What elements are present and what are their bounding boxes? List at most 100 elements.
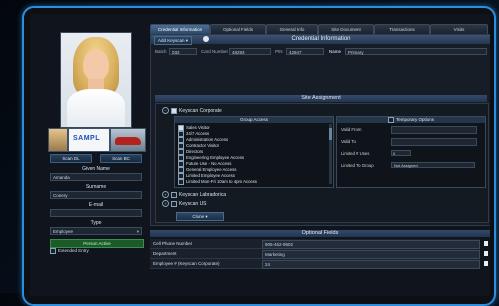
group-label: Engineering Employee Access: [186, 155, 245, 161]
valid-from-label: Valid From: [341, 127, 362, 132]
tab-optional-fields[interactable]: Optional Fields: [210, 24, 266, 34]
group-label: Contractor Visitor: [186, 143, 220, 149]
email-field[interactable]: [50, 209, 142, 217]
credential-panel: Credential Information Add Keyscan ▾ Bat…: [150, 34, 490, 226]
group-label: General Employee Access: [186, 167, 237, 173]
pin-field[interactable]: 42847: [286, 48, 324, 55]
optional-value[interactable]: Marketing: [262, 250, 480, 259]
company-label: Keyscan Labradorica: [179, 191, 226, 198]
credential-header: Credential Information: [151, 35, 490, 44]
surname-field[interactable]: Conery: [50, 191, 142, 199]
optional-fields-header: Optional Fields: [150, 230, 490, 237]
scan-dl-button[interactable]: Scan DL: [50, 154, 92, 163]
car-icon: [115, 137, 141, 145]
group-label: 24/7 Access: [186, 131, 210, 137]
company-label: Keyscan Corporate: [179, 107, 222, 114]
thumbnail-photo[interactable]: [48, 128, 68, 152]
extended-entry[interactable]: Extended Entry: [50, 248, 89, 254]
temporary-options-checkbox[interactable]: [387, 117, 394, 123]
valid-to-label: Valid To: [341, 139, 356, 144]
scroll-thumb[interactable]: [329, 128, 332, 140]
temporary-options: Temporary Options Valid From Valid To Li…: [336, 116, 486, 188]
limited-uses-label: Limited # Uses: [341, 151, 370, 156]
batch-label: Batch: [155, 49, 167, 54]
pin-label: PIN: [275, 49, 283, 54]
thumbnail-car[interactable]: [110, 128, 146, 152]
group-checkbox[interactable]: [178, 179, 184, 185]
company-keyscan-labradorica[interactable]: + Keyscan Labradorica: [162, 191, 226, 198]
optional-row: Employee # (Keyscan Corporate) 24: [150, 259, 488, 269]
clone-label: Clone: [192, 214, 205, 219]
credential-title: Credential Information: [291, 36, 351, 42]
surname-label: Surname: [85, 184, 107, 190]
optional-value[interactable]: 24: [262, 260, 480, 269]
group-item[interactable]: Limited Mon-Fri 10am to 4pm Access: [178, 179, 257, 185]
expand-icon[interactable]: +: [162, 191, 169, 198]
limited-group-select[interactable]: Not Assigned: [391, 162, 475, 168]
expand-icon[interactable]: +: [162, 200, 169, 207]
optional-value[interactable]: 905-462-9502: [262, 240, 480, 249]
group-label: Future Use - No Access: [186, 161, 232, 167]
row-marker-icon: [484, 251, 488, 256]
app-screen: SAMPL Scan DL Scan BC Given Name Amanda …: [30, 14, 490, 296]
row-marker-icon: [484, 241, 488, 246]
group-access-header: Group Access: [175, 117, 333, 123]
optional-key: Department: [153, 251, 177, 256]
tab-visits[interactable]: Visits: [430, 24, 488, 34]
limited-group-label: Limited To Group: [341, 163, 374, 168]
group-label: Limited Employee Access: [186, 173, 235, 179]
name-label: Name: [329, 49, 342, 54]
thumbnail-plate[interactable]: SAMPL: [68, 128, 110, 152]
batch-field[interactable]: 032: [169, 48, 197, 55]
clone-button[interactable]: Clone ▾: [176, 212, 224, 221]
company-checkbox[interactable]: [171, 200, 177, 207]
optional-key: Employee # (Keyscan Corporate): [153, 261, 220, 266]
photo-shirt: [67, 89, 125, 127]
company-keyscan-us[interactable]: + Keyscan US: [162, 200, 207, 207]
thumbnail-strip: SAMPL: [46, 128, 146, 152]
person-panel: SAMPL Scan DL Scan BC Given Name Amanda …: [44, 28, 148, 292]
company-keyscan-corporate[interactable]: − Keyscan Corporate: [162, 107, 222, 114]
extended-entry-label: Extended Entry: [58, 248, 89, 254]
email-label: E-mail: [88, 202, 104, 208]
group-label: Limited Mon-Fri 10am to 4pm Access: [186, 179, 257, 185]
optional-key: Cell Phone Number: [153, 241, 193, 246]
limited-uses-field[interactable]: 0: [391, 150, 411, 156]
group-access-list: Group Access Sales Visitor 24/7 Access A…: [174, 116, 334, 188]
tab-transactions[interactable]: Transactions: [374, 24, 430, 34]
row-marker-icon: [484, 261, 488, 266]
tab-bar: Credential Information Optional Fields G…: [150, 22, 490, 34]
add-keyscan-button[interactable]: Add Keyscan ▾: [154, 36, 193, 45]
site-assignment-box: − Keyscan Corporate Group Access Sales Vi…: [155, 103, 489, 223]
person-active-button[interactable]: Person Active: [50, 239, 144, 248]
plate-text: SAMPL: [73, 135, 100, 142]
settings-icon[interactable]: [203, 36, 209, 42]
tab-general-info[interactable]: General Info: [266, 24, 318, 34]
card-number-field[interactable]: 48293: [229, 48, 271, 55]
given-name-field[interactable]: Amanda: [50, 173, 142, 181]
company-checkbox[interactable]: [171, 107, 177, 114]
collapse-icon[interactable]: −: [162, 107, 169, 114]
type-select[interactable]: Employee: [50, 227, 142, 236]
name-field[interactable]: Primary: [345, 48, 487, 55]
company-label: Keyscan US: [179, 200, 207, 207]
card-number-label: Card Number: [201, 49, 229, 54]
group-label: Administration Access: [186, 137, 229, 143]
group-label: Sales Visitor: [186, 125, 210, 131]
group-scrollbar[interactable]: [329, 124, 332, 184]
valid-to-field[interactable]: [391, 138, 477, 146]
temporary-options-header: Temporary Options: [337, 117, 485, 123]
scan-bc-button[interactable]: Scan BC: [100, 154, 142, 163]
company-checkbox[interactable]: [171, 191, 177, 198]
tab-site-document[interactable]: Site Document: [318, 24, 374, 34]
scan-buttons: Scan DL Scan BC: [50, 154, 142, 163]
valid-from-field[interactable]: [391, 126, 477, 134]
photo-face: [83, 49, 109, 81]
group-label: Directors: [186, 149, 204, 155]
site-assignment-header: Site Assignment: [155, 95, 487, 102]
temporary-options-title: Temporary Options: [395, 117, 434, 123]
extended-entry-checkbox[interactable]: [50, 248, 56, 254]
tab-credential-information[interactable]: Credential Information: [150, 24, 210, 34]
optional-row: Cell Phone Number 905-462-9502: [150, 239, 488, 249]
person-photo: [60, 32, 132, 128]
